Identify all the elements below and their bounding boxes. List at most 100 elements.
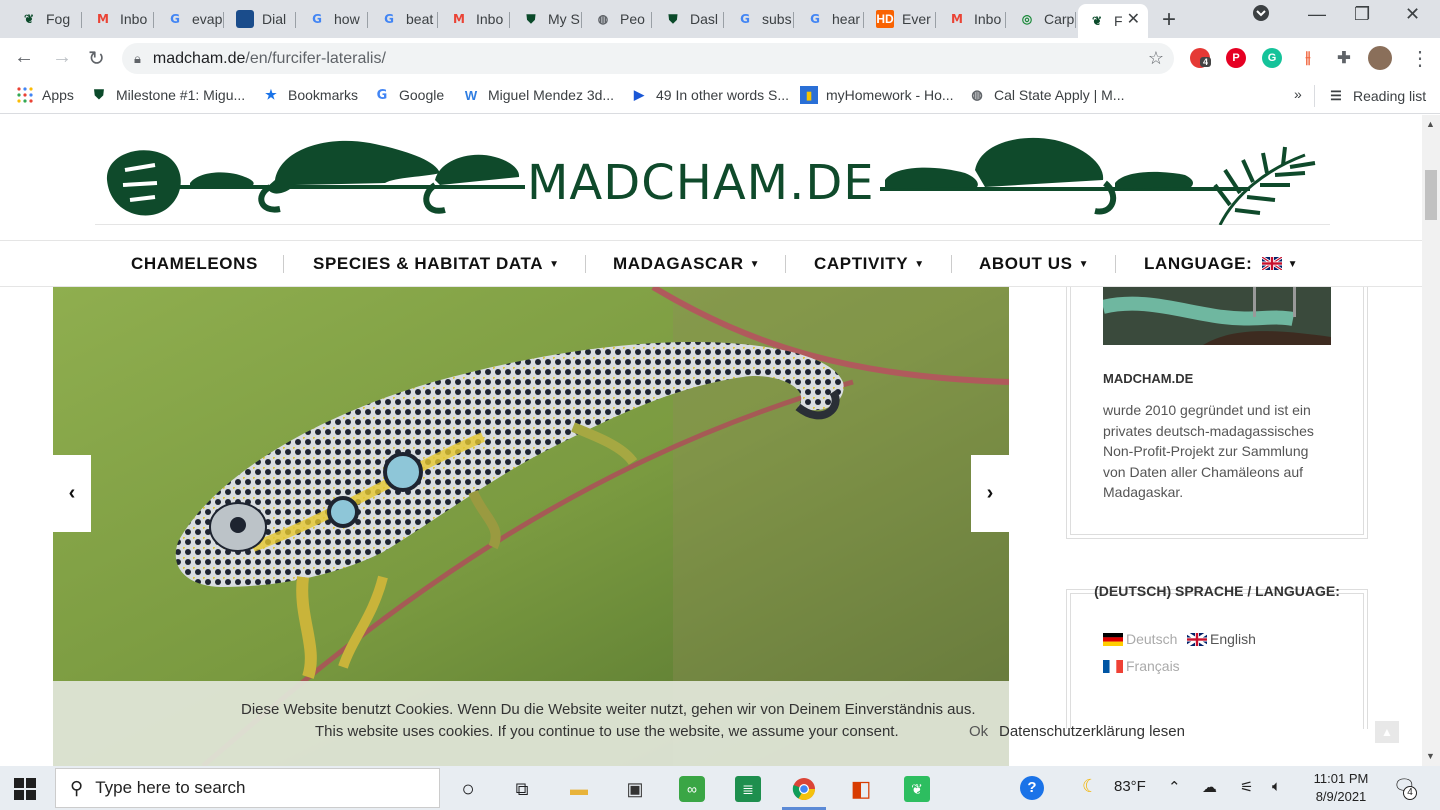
sidebar-about-text: wurde 2010 gegründet und ist ein private… (1103, 402, 1314, 500)
language-deutsch[interactable]: Deutsch (1103, 631, 1177, 647)
pinterest-extension-icon[interactable]: P (1226, 48, 1246, 68)
bookmarks-overflow[interactable]: » (1294, 86, 1302, 102)
nav-chameleons[interactable]: CHAMELEONS (131, 254, 258, 274)
site-header[interactable]: MADCHAM.DE (95, 125, 1330, 225)
microsoft-store-icon[interactable]: ▣ (622, 776, 648, 802)
bookmark-myhomework[interactable]: ▮ myHomework - Ho... (800, 86, 954, 104)
grammarly-extension-icon[interactable]: G (1262, 48, 1282, 68)
volume-icon[interactable]: 🔈︎ (1272, 778, 1281, 795)
cortana-icon[interactable]: ○ (455, 776, 481, 802)
tab-label: beat (406, 11, 434, 27)
page-scrollbar[interactable]: ▲ ▼ (1422, 115, 1440, 766)
tab-label: Inbo (476, 11, 504, 27)
wifi-icon[interactable]: ⚟ (1240, 778, 1253, 796)
taskbar-clock[interactable]: 11:01 PM 8/9/2021 (1300, 770, 1382, 806)
browser-tab[interactable]: Ghow (298, 4, 368, 34)
cookie-ok-button[interactable]: Ok (969, 723, 988, 740)
profile-avatar[interactable] (1368, 46, 1392, 70)
scroll-up-arrow-icon[interactable]: ▲ (1426, 119, 1435, 129)
browser-tab[interactable]: Gsubs (726, 4, 794, 34)
slider-prev-button[interactable]: ‹ (53, 455, 91, 532)
browser-tab[interactable]: M Inbo (938, 4, 1006, 34)
notepad-app-icon[interactable]: ≣ (735, 776, 761, 802)
scrollbar-thumb[interactable] (1425, 170, 1437, 220)
bookmark-apps[interactable]: Apps (16, 86, 74, 104)
nav-species-habitat[interactable]: SPECIES & HABITAT DATA ▼ (313, 254, 560, 274)
browser-tab[interactable]: HD Ever (866, 4, 936, 34)
browser-tab[interactable]: M Inbo (84, 4, 154, 34)
browser-tab[interactable]: ◍ Peo (584, 4, 652, 34)
address-bar[interactable]: 🔒︎ madcham.de/en/furcifer-lateralis/ ☆ (122, 43, 1174, 74)
bookmark-google[interactable]: G Google (373, 86, 445, 104)
back-to-top-button[interactable]: ▲ (1375, 721, 1399, 743)
bookmark-label: 49 In other words S... (656, 87, 790, 103)
privacy-policy-link[interactable]: Datenschutzerklärung lesen (999, 723, 1185, 740)
office-icon[interactable]: ◧ (848, 776, 874, 802)
reading-list-icon: ☰ (1330, 88, 1342, 103)
language-english[interactable]: English (1187, 631, 1256, 647)
bookmark-label: Apps (42, 87, 74, 103)
browser-tab[interactable]: Ghear (796, 4, 864, 34)
browser-tab[interactable]: ⛊ My S (512, 4, 582, 34)
caret-down-icon: ▼ (549, 259, 560, 270)
browser-tab[interactable]: Gevap (156, 4, 224, 34)
file-explorer-icon[interactable]: ▬ (566, 776, 592, 802)
restore-icon[interactable]: ❐ (1354, 4, 1370, 25)
close-tab-icon[interactable]: ✕ (1127, 9, 1140, 29)
browser-tab[interactable]: M Inbo (440, 4, 510, 34)
windows-start-icon[interactable] (14, 778, 36, 800)
browser-tab[interactable]: ◎ Carp (1008, 4, 1076, 34)
forward-icon[interactable]: → (52, 46, 72, 69)
clock-time: 11:01 PM (1313, 771, 1369, 786)
chrome-icon[interactable] (791, 776, 817, 802)
nav-about-us[interactable]: ABOUT US ▼ (979, 254, 1089, 274)
wix-w-icon: W (464, 87, 478, 103)
adblock-extension-icon[interactable]: 4 (1190, 48, 1212, 68)
browser-tab[interactable]: ⛊ Dasl (654, 4, 724, 34)
minimize-icon[interactable]: — (1308, 4, 1326, 25)
nav-madagascar[interactable]: MADAGASCAR ▼ (613, 254, 760, 274)
close-window-icon[interactable]: ✕ (1405, 4, 1420, 25)
bookmark-calstate[interactable]: ◍ Cal State Apply | M... (968, 86, 1124, 104)
reload-icon[interactable]: ↻ (88, 46, 105, 71)
slider-next-button[interactable]: › (971, 455, 1009, 532)
browser-tab[interactable]: ❦ Fog (10, 4, 82, 34)
browser-tab[interactable]: Dial (226, 4, 296, 34)
url-host: madcham.de (152, 49, 246, 67)
evernote-icon[interactable]: ❦ (904, 776, 930, 802)
nav-captivity[interactable]: CAPTIVITY ▼ (814, 254, 925, 274)
extensions-puzzle-icon[interactable]: ✚ (1334, 48, 1354, 68)
chrome-menu-icon[interactable]: ⋮ (1410, 46, 1430, 71)
tab-label: Dial (262, 11, 287, 27)
new-tab-button[interactable]: + (1162, 6, 1176, 34)
google-icon: G (312, 12, 322, 26)
back-icon[interactable]: ← (14, 46, 34, 69)
browser-tab[interactable]: ❦ F ✕ (1078, 4, 1148, 38)
bookmark-49-other-words[interactable]: ▶ 49 In other words S... (630, 86, 789, 104)
help-tray-icon[interactable]: ? (1020, 776, 1044, 800)
scroll-down-arrow-icon[interactable]: ▼ (1426, 751, 1435, 761)
browser-tab[interactable]: Gbeat (370, 4, 438, 34)
bookmark-miguel[interactable]: W Miguel Mendez 3d... (462, 86, 614, 104)
notification-center-icon[interactable]: 🗨︎ 4 (1393, 776, 1417, 800)
taskbar-search-box[interactable]: ⚲ Type here to search (55, 768, 440, 808)
reading-list-button[interactable]: ☰ Reading list (1314, 85, 1426, 107)
bookmark-bookmarks[interactable]: ★ Bookmarks (262, 86, 358, 104)
game-app-icon[interactable]: ∞ (679, 776, 705, 802)
cookie-text-german: Diese Website benutzt Cookies. Wenn Du d… (241, 701, 976, 718)
bookmark-milestone[interactable]: ⛊ Milestone #1: Migu... (90, 86, 245, 104)
tab-search-icon[interactable] (1252, 4, 1270, 27)
task-view-icon[interactable]: ⧉ (509, 776, 535, 802)
tray-overflow-icon[interactable]: ⌃ (1168, 778, 1181, 796)
sidebar-chameleon-image[interactable] (1103, 287, 1331, 345)
onedrive-cloud-icon[interactable]: ☁ (1202, 778, 1217, 796)
tab-strip: ❦ Fog M Inbo Gevap Dial Ghow Gbeat M Inbo ⛊ My S ◍ Pe… (0, 0, 1440, 38)
bookmark-star-icon[interactable]: ☆ (1148, 48, 1164, 69)
weather-temperature[interactable]: 83°F (1114, 778, 1146, 795)
notification-count: 4 (1403, 786, 1417, 800)
reading-list-label: Reading list (1353, 88, 1427, 104)
leaf-icon: ❦ (23, 12, 35, 26)
nav-language[interactable]: LANGUAGE: ▼ (1144, 254, 1298, 274)
language-francais[interactable]: Français (1103, 658, 1180, 674)
honey-extension-icon[interactable]: ⫲ (1298, 48, 1318, 68)
